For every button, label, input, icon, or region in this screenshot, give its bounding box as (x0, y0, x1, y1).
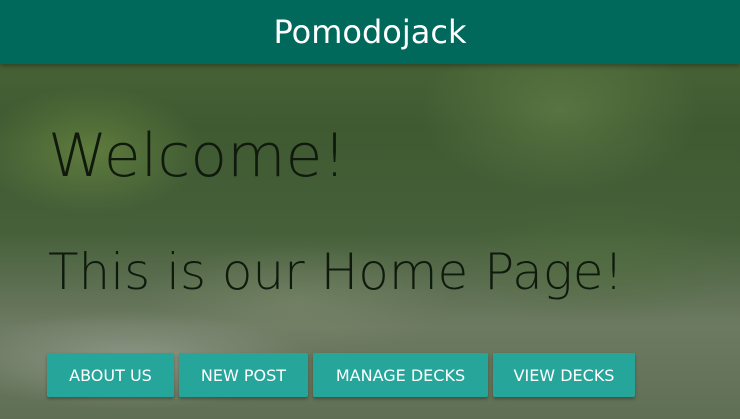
view-decks-button[interactable]: VIEW DECKS (493, 353, 635, 397)
top-navbar: Pomodojack (0, 0, 740, 64)
new-post-button[interactable]: NEW POST (179, 353, 308, 397)
home-page-subheading: This is our Home Page! (48, 243, 624, 301)
app-window: Pomodojack Welcome! This is our Home Pag… (0, 0, 740, 419)
about-us-button[interactable]: ABOUT US (47, 353, 174, 397)
action-button-row: ABOUT US NEW POST MANAGE DECKS VIEW DECK… (47, 353, 635, 397)
manage-decks-button[interactable]: MANAGE DECKS (313, 353, 488, 397)
welcome-heading: Welcome! (48, 121, 347, 191)
brand-logo-link[interactable]: Pomodojack (274, 0, 467, 64)
